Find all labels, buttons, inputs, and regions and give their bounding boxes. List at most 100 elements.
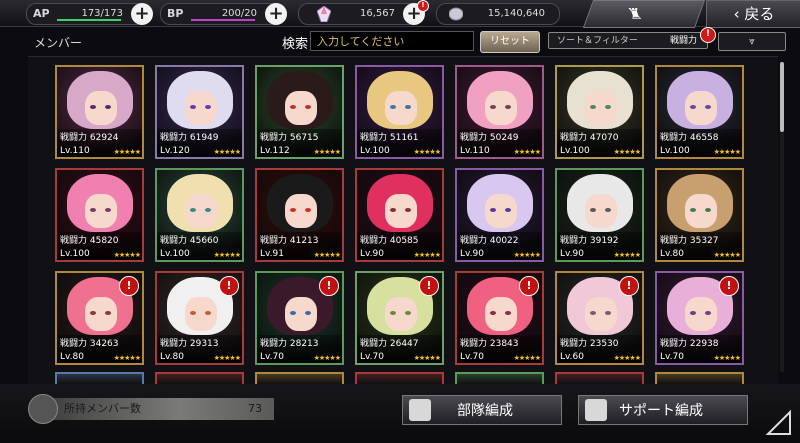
grid-scrollbar[interactable] <box>780 62 784 372</box>
member-power: 戦闘力 45660 <box>160 236 219 246</box>
member-power: 戦闘力 50249 <box>460 133 519 143</box>
member-card-partial[interactable] <box>55 372 144 384</box>
sort-filter-button[interactable]: ソート＆フィルター 戦闘力 <box>548 32 708 49</box>
member-card[interactable]: 戦闘力 40022 Lv.90 ★★★★★ <box>455 168 544 262</box>
member-power: 戦闘力 56715 <box>260 133 319 143</box>
member-rarity-stars: ★★★★★ <box>613 251 641 259</box>
ap-add-button[interactable]: + <box>131 3 153 25</box>
member-power: 戦闘力 28213 <box>260 339 319 349</box>
alert-badge-icon: ! <box>719 276 739 296</box>
member-level: Lv.100 <box>560 146 590 156</box>
alert-badge-icon: ! <box>319 276 339 296</box>
ap-label: AP <box>33 7 50 20</box>
ap-value: 173/173 <box>81 8 123 19</box>
member-card[interactable]: 戦闘力 50249 Lv.110 ★★★★★ <box>455 65 544 159</box>
member-level: Lv.90 <box>460 249 484 259</box>
member-card-partial[interactable] <box>255 372 344 384</box>
back-button[interactable]: ‹ 戻る <box>706 0 800 28</box>
member-card[interactable]: ! 戦闘力 26447 Lv.70 ★★★★★ <box>355 271 444 365</box>
member-card[interactable]: 戦闘力 40585 Lv.90 ★★★★★ <box>355 168 444 262</box>
member-level: Lv.90 <box>560 249 584 259</box>
member-level: Lv.100 <box>660 146 690 156</box>
emblem-icon <box>28 394 58 424</box>
sort-order-button[interactable]: ⩔ <box>718 32 786 51</box>
member-power: 戦闘力 29313 <box>160 339 219 349</box>
castle-icon: ♜ <box>624 5 645 23</box>
member-level: Lv.70 <box>460 352 484 362</box>
member-level: Lv.70 <box>360 352 384 362</box>
back-label: 戻る <box>744 5 775 23</box>
party-formation-label: 部隊編成 <box>457 403 513 419</box>
reset-button[interactable]: リセット <box>480 31 540 53</box>
support-formation-button[interactable]: サポート編成 <box>578 395 748 425</box>
member-card[interactable]: 戦闘力 62924 Lv.110 ★★★★★ <box>55 65 144 159</box>
member-power: 戦闘力 45820 <box>60 236 119 246</box>
member-card-partial[interactable] <box>355 372 444 384</box>
member-card[interactable]: ! 戦闘力 34263 Lv.80 ★★★★★ <box>55 271 144 365</box>
owned-members-count: 73 <box>248 402 262 415</box>
member-card-partial[interactable] <box>455 372 544 384</box>
member-level: Lv.90 <box>360 249 384 259</box>
member-power: 戦闘力 22938 <box>660 339 719 349</box>
member-rarity-stars: ★★★★★ <box>413 148 441 156</box>
alert-badge-icon: ! <box>219 276 239 296</box>
member-rarity-stars: ★★★★★ <box>213 148 241 156</box>
member-card[interactable]: 戦闘力 51161 Lv.100 ★★★★★ <box>355 65 444 159</box>
member-level: Lv.80 <box>160 352 184 362</box>
member-level: Lv.110 <box>60 146 90 156</box>
member-card-partial[interactable] <box>655 372 744 384</box>
support-formation-label: サポート編成 <box>619 403 703 419</box>
sort-filter-label: ソート＆フィルター <box>557 36 638 46</box>
member-level: Lv.80 <box>660 249 684 259</box>
member-card[interactable]: 戦闘力 39192 Lv.90 ★★★★★ <box>555 168 644 262</box>
member-rarity-stars: ★★★★★ <box>613 148 641 156</box>
member-rarity-stars: ★★★★★ <box>613 354 641 362</box>
alert-badge-icon: ! <box>519 276 539 296</box>
scroll-thumb[interactable] <box>780 62 784 132</box>
member-card[interactable]: 戦闘力 41213 Lv.91 ★★★★★ <box>255 168 344 262</box>
member-card[interactable]: 戦闘力 46558 Lv.100 ★★★★★ <box>655 65 744 159</box>
member-level: Lv.60 <box>560 352 584 362</box>
member-card[interactable]: ! 戦闘力 29313 Lv.80 ★★★★★ <box>155 271 244 365</box>
member-card[interactable]: 戦闘力 45660 Lv.100 ★★★★★ <box>155 168 244 262</box>
member-level: Lv.100 <box>60 249 90 259</box>
member-power: 戦闘力 62924 <box>60 133 119 143</box>
expand-corner-icon[interactable] <box>764 408 794 438</box>
member-rarity-stars: ★★★★★ <box>413 251 441 259</box>
member-card[interactable]: 戦闘力 45820 Lv.100 ★★★★★ <box>55 168 144 262</box>
member-level: Lv.80 <box>60 352 84 362</box>
member-card-partial[interactable] <box>155 372 244 384</box>
alert-badge-icon: ! <box>619 276 639 296</box>
member-level: Lv.91 <box>260 249 284 259</box>
gold-value: 15,140,640 <box>487 8 545 19</box>
search-input[interactable]: 入力してください <box>310 31 474 51</box>
member-power: 戦闘力 41213 <box>260 236 319 246</box>
member-card-partial[interactable] <box>555 372 644 384</box>
member-card[interactable]: ! 戦闘力 23843 Lv.70 ★★★★★ <box>455 271 544 365</box>
member-rarity-stars: ★★★★★ <box>213 251 241 259</box>
member-card[interactable]: 戦闘力 61949 Lv.120 ★★★★★ <box>155 65 244 159</box>
member-rarity-stars: ★★★★★ <box>413 354 441 362</box>
member-power: 戦闘力 26447 <box>360 339 419 349</box>
member-card[interactable]: ! 戦闘力 28213 Lv.70 ★★★★★ <box>255 271 344 365</box>
party-formation-button[interactable]: 部隊編成 <box>402 395 562 425</box>
member-rarity-stars: ★★★★★ <box>513 251 541 259</box>
bp-add-button[interactable]: + <box>265 3 287 25</box>
home-button[interactable]: ♜ ホーム <box>582 0 706 49</box>
member-card[interactable]: 戦闘力 47070 Lv.100 ★★★★★ <box>555 65 644 159</box>
member-power: 戦闘力 39192 <box>560 236 619 246</box>
member-power: 戦闘力 40022 <box>460 236 519 246</box>
member-power: 戦闘力 40585 <box>360 236 419 246</box>
member-rarity-stars: ★★★★★ <box>513 354 541 362</box>
coin-icon <box>449 7 463 21</box>
member-card[interactable]: ! 戦闘力 22938 Lv.70 ★★★★★ <box>655 271 744 365</box>
search-label: 検索 <box>282 37 309 52</box>
member-card[interactable]: ! 戦闘力 23530 Lv.60 ★★★★★ <box>555 271 644 365</box>
member-card[interactable]: 戦闘力 56715 Lv.112 ★★★★★ <box>255 65 344 159</box>
member-rarity-stars: ★★★★★ <box>113 251 141 259</box>
member-rarity-stars: ★★★★★ <box>513 148 541 156</box>
member-card[interactable]: 戦闘力 35327 Lv.80 ★★★★★ <box>655 168 744 262</box>
member-level: Lv.100 <box>360 146 390 156</box>
member-level: Lv.70 <box>660 352 684 362</box>
owned-members-label: 所持メンバー数 <box>64 402 141 415</box>
